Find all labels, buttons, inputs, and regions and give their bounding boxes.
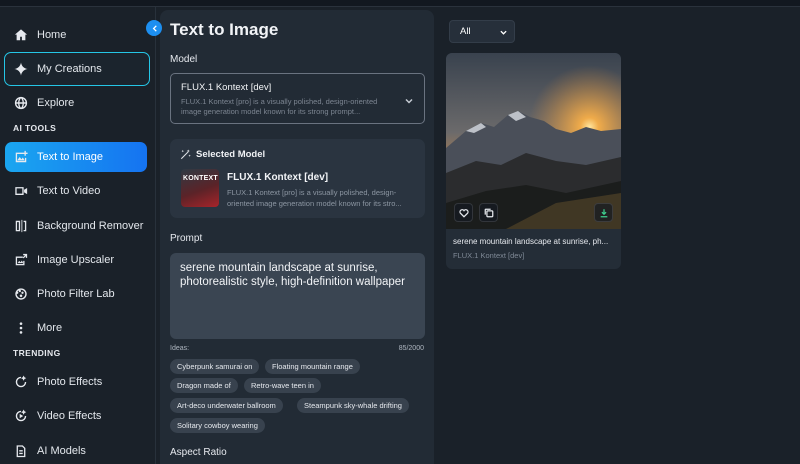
idea-chip[interactable]: Solitary cowboy wearing (170, 418, 265, 433)
char-count: 85/2000 (398, 345, 424, 352)
sidebar-item-label: Text to Video (37, 185, 101, 197)
sidebar-item-my-creations[interactable]: My Creations (4, 52, 150, 86)
model-thumbnail-text: KONTEXT (183, 175, 218, 182)
home-icon (14, 28, 28, 42)
gallery-card[interactable]: serene mountain landscape at sunrise, ph… (446, 53, 621, 269)
sidebar-item-photo-filter-lab[interactable]: Photo Filter Lab (5, 279, 147, 309)
sidebar-item-explore[interactable]: Explore (5, 88, 147, 118)
prompt-input[interactable]: serene mountain landscape at sunrise, ph… (170, 253, 425, 339)
generator-panel: Text to Image Model FLUX.1 Kontext [dev]… (160, 10, 434, 464)
copy-icon (484, 208, 493, 217)
sparkle-icon (14, 62, 28, 76)
sidebar: Home My Creations Explore AI TOOLS Text … (0, 7, 156, 464)
sidebar-item-label: Home (37, 29, 67, 41)
card-caption: serene mountain landscape at sunrise, ph… (453, 237, 609, 246)
aspect-ratio-label: Aspect Ratio (170, 447, 227, 458)
selected-model-desc: FLUX.1 Kontext [pro] is a visually polis… (227, 188, 402, 208)
sidebar-item-label: My Creations (37, 63, 102, 75)
section-label-ai-tools: AI TOOLS (13, 123, 57, 133)
sidebar-item-label: Photo Effects (37, 376, 103, 388)
idea-chip[interactable]: Floating mountain range (265, 359, 360, 374)
selected-model-name: FLUX.1 Kontext [dev] (227, 172, 329, 183)
idea-chip[interactable]: Steampunk sky-whale drifting (297, 398, 409, 413)
sidebar-item-text-to-video[interactable]: Text to Video (5, 176, 147, 206)
selected-model-card: Selected Model KONTEXT FLUX.1 Kontext [d… (170, 139, 425, 218)
ai-models-icon (14, 444, 28, 458)
sidebar-item-home[interactable]: Home (5, 20, 147, 50)
sidebar-item-image-upscaler[interactable]: Image Upscaler (5, 245, 147, 275)
idea-chip[interactable]: Retro-wave teen in (244, 378, 321, 393)
filter-icon (14, 287, 28, 301)
section-label-trending: TRENDING (13, 348, 61, 358)
sidebar-item-video-effects[interactable]: Video Effects (5, 401, 147, 431)
upscale-icon (14, 253, 28, 267)
gallery-filter-select[interactable]: All (449, 20, 515, 43)
card-model-name: FLUX.1 Kontext [dev] (453, 251, 525, 260)
top-bar (0, 0, 800, 7)
sidebar-item-label: More (37, 322, 63, 334)
chevron-down-icon (404, 93, 414, 104)
sidebar-item-text-to-image[interactable]: Text to Image (5, 142, 147, 172)
download-icon (600, 208, 607, 217)
sidebar-item-label: Photo Filter Lab (37, 288, 115, 300)
idea-chip[interactable]: Cyberpunk samurai on (170, 359, 260, 374)
gallery-filter-value: All (460, 26, 471, 37)
model-select[interactable]: FLUX.1 Kontext [dev] FLUX.1 Kontext [pro… (170, 73, 425, 124)
image-plus-icon (14, 150, 28, 164)
model-select-name: FLUX.1 Kontext [dev] (181, 82, 272, 93)
sidebar-item-label: AI Models (37, 445, 86, 457)
favorite-button[interactable] (454, 203, 473, 222)
chevron-left-icon (152, 24, 157, 32)
sidebar-item-label: Image Upscaler (37, 254, 115, 266)
selected-model-header-label: Selected Model (196, 149, 266, 160)
more-icon (14, 321, 28, 335)
collapse-sidebar-button[interactable] (146, 20, 162, 36)
generated-image[interactable] (446, 53, 621, 229)
ideas-label: Ideas: (170, 345, 190, 352)
photo-effects-icon (14, 375, 28, 389)
download-button[interactable] (594, 203, 613, 222)
copy-button[interactable] (479, 203, 498, 222)
idea-chip[interactable]: Art-deco underwater ballroom (170, 398, 283, 413)
selected-model-header: Selected Model (180, 149, 265, 160)
video-effects-icon (14, 409, 28, 423)
heart-icon (458, 208, 469, 218)
idea-chip[interactable]: Dragon made of (170, 378, 238, 393)
split-icon (14, 219, 28, 233)
sidebar-item-more[interactable]: More (5, 313, 147, 343)
sidebar-item-label: Explore (37, 97, 75, 109)
sidebar-item-label: Video Effects (37, 410, 102, 422)
model-label: Model (170, 54, 198, 65)
video-icon (14, 184, 28, 198)
globe-icon (14, 96, 28, 110)
sidebar-item-label: Text to Image (37, 151, 104, 163)
prompt-label: Prompt (170, 233, 203, 244)
page-title: Text to Image (170, 20, 279, 39)
chevron-down-icon (500, 30, 507, 35)
sidebar-item-ai-models[interactable]: AI Models (5, 436, 147, 464)
sidebar-item-photo-effects[interactable]: Photo Effects (5, 367, 147, 397)
model-select-desc: FLUX.1 Kontext [pro] is a visually polis… (181, 97, 378, 116)
sidebar-item-background-remover[interactable]: Background Remover (5, 211, 147, 241)
magic-wand-icon (180, 149, 191, 160)
sidebar-item-label: Background Remover (37, 220, 144, 232)
model-thumbnail: KONTEXT (181, 169, 219, 207)
